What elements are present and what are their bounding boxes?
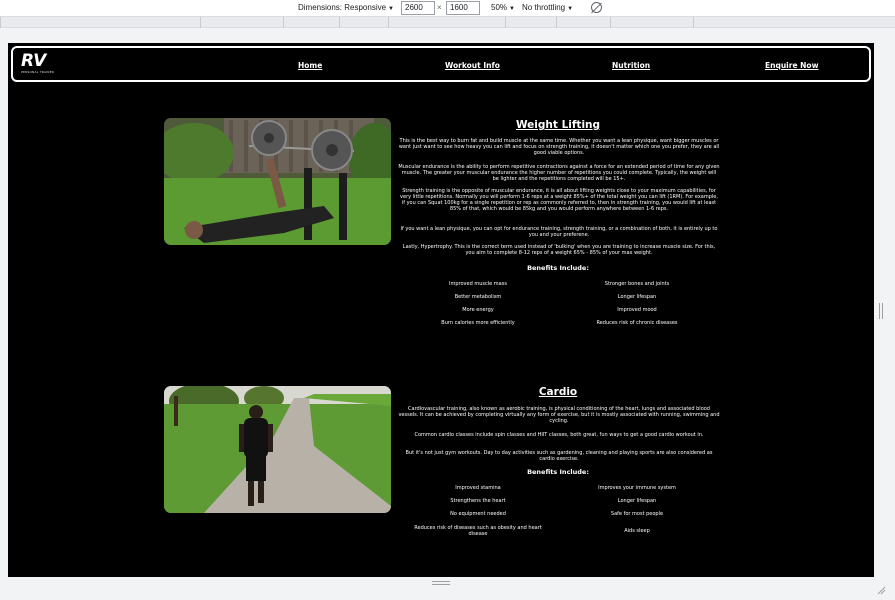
- weight-para-1: This is the best way to burn fat and bui…: [398, 138, 720, 156]
- ruler-segment[interactable]: [0, 17, 895, 28]
- width-input[interactable]: 2600: [401, 1, 435, 15]
- page-viewport: RV PERSONAL TRAINER Home Workout Info Nu…: [8, 43, 874, 577]
- navbar: RV PERSONAL TRAINER Home Workout Info Nu…: [11, 46, 871, 82]
- dimensions-dropdown[interactable]: Dimensions: Responsive ▼: [298, 3, 394, 12]
- benefit-item: Stronger bones and joints: [604, 281, 670, 287]
- chevron-down-icon: ▼: [509, 6, 515, 12]
- right-resize-handle[interactable]: [879, 303, 883, 319]
- nav-nutrition[interactable]: Nutrition: [612, 61, 650, 70]
- zoom-label: 50%: [491, 3, 508, 12]
- times-symbol: ×: [437, 3, 442, 12]
- benefit-item: Reduces risk of diseases such as obesity…: [414, 525, 542, 537]
- benefit-item: Improved muscle mass: [449, 281, 507, 287]
- weight-para-3: Strength training is the opposite of mus…: [400, 188, 718, 212]
- cardio-para-1: Cardiovascular training, also known as a…: [398, 406, 720, 424]
- cardio-title: Cardio: [538, 386, 578, 398]
- devtools-toolbar: Dimensions: Responsive ▼ 2600 × 1600 50% ▼…: [0, 0, 895, 17]
- weight-para-2: Muscular endurance is the ability to per…: [398, 164, 720, 182]
- ruler-segment[interactable]: [200, 17, 201, 28]
- benefit-item: Burn calories more efficiently: [441, 320, 515, 326]
- zoom-dropdown[interactable]: 50% ▼: [491, 3, 515, 12]
- logo[interactable]: RV PERSONAL TRAINER: [21, 53, 55, 77]
- ruler-segment[interactable]: [610, 17, 611, 28]
- height-input[interactable]: 1600: [446, 1, 480, 15]
- benefit-item: No equipment needed: [450, 511, 506, 517]
- chevron-down-icon: ▼: [388, 6, 394, 12]
- nav-home[interactable]: Home: [298, 61, 322, 70]
- benefit-item: Better metabolism: [454, 294, 502, 300]
- benefit-item: Safe for most people: [610, 511, 664, 517]
- weight-lifting-image: [164, 118, 391, 245]
- benefit-item: More energy: [462, 307, 494, 313]
- bottom-resize-handle[interactable]: [432, 581, 450, 585]
- weight-lifting-title: Weight Lifting: [515, 119, 601, 131]
- weight-para-5: Lastly, Hypertrophy. This is the correct…: [402, 244, 716, 256]
- benefit-item: Strengthens the heart: [450, 498, 506, 504]
- benefit-item: Longer lifespan: [617, 498, 657, 504]
- nav-enquire-now[interactable]: Enquire Now: [765, 61, 819, 70]
- benefit-item: Reduces risk of chronic diseases: [596, 320, 678, 326]
- cardio-image: [164, 386, 391, 513]
- throttling-label: No throttling: [522, 3, 566, 12]
- benefit-item: Improved stamina: [455, 485, 501, 491]
- nav-workout-info[interactable]: Workout Info: [445, 61, 500, 70]
- ruler-segment[interactable]: [283, 17, 284, 28]
- ruler-segment[interactable]: [339, 17, 340, 28]
- cardio-benefits-heading: Benefits Include:: [527, 468, 589, 476]
- benefit-item: Improved mood: [617, 307, 657, 313]
- benefit-item: Aids sleep: [624, 528, 650, 534]
- benefit-item: Improves your immune system: [598, 485, 676, 491]
- ruler-segment[interactable]: [388, 17, 389, 28]
- chevron-down-icon: ▼: [567, 6, 574, 12]
- logo-text: RV: [21, 51, 46, 71]
- cardio-para-3: But it's not just gym workouts. Day to d…: [405, 450, 713, 462]
- dimensions-label: Dimensions: Responsive: [298, 3, 387, 12]
- ruler-segment[interactable]: [505, 17, 506, 28]
- benefit-item: Longer lifespan: [617, 294, 657, 300]
- ruler-segment[interactable]: [693, 17, 694, 28]
- weight-benefits-heading: Benefits Include:: [527, 264, 589, 272]
- logo-subtext: PERSONAL TRAINER: [21, 70, 55, 74]
- weight-para-4: If you want a lean physique, you can opt…: [400, 226, 718, 238]
- corner-resize-icon[interactable]: [877, 580, 886, 595]
- rotate-icon[interactable]: [591, 2, 602, 13]
- media-query-bar: [0, 17, 895, 28]
- ruler-segment[interactable]: [556, 17, 557, 28]
- cardio-para-2: Common cardio classes include spin class…: [414, 432, 704, 438]
- throttling-dropdown[interactable]: No throttling ▼: [522, 3, 573, 12]
